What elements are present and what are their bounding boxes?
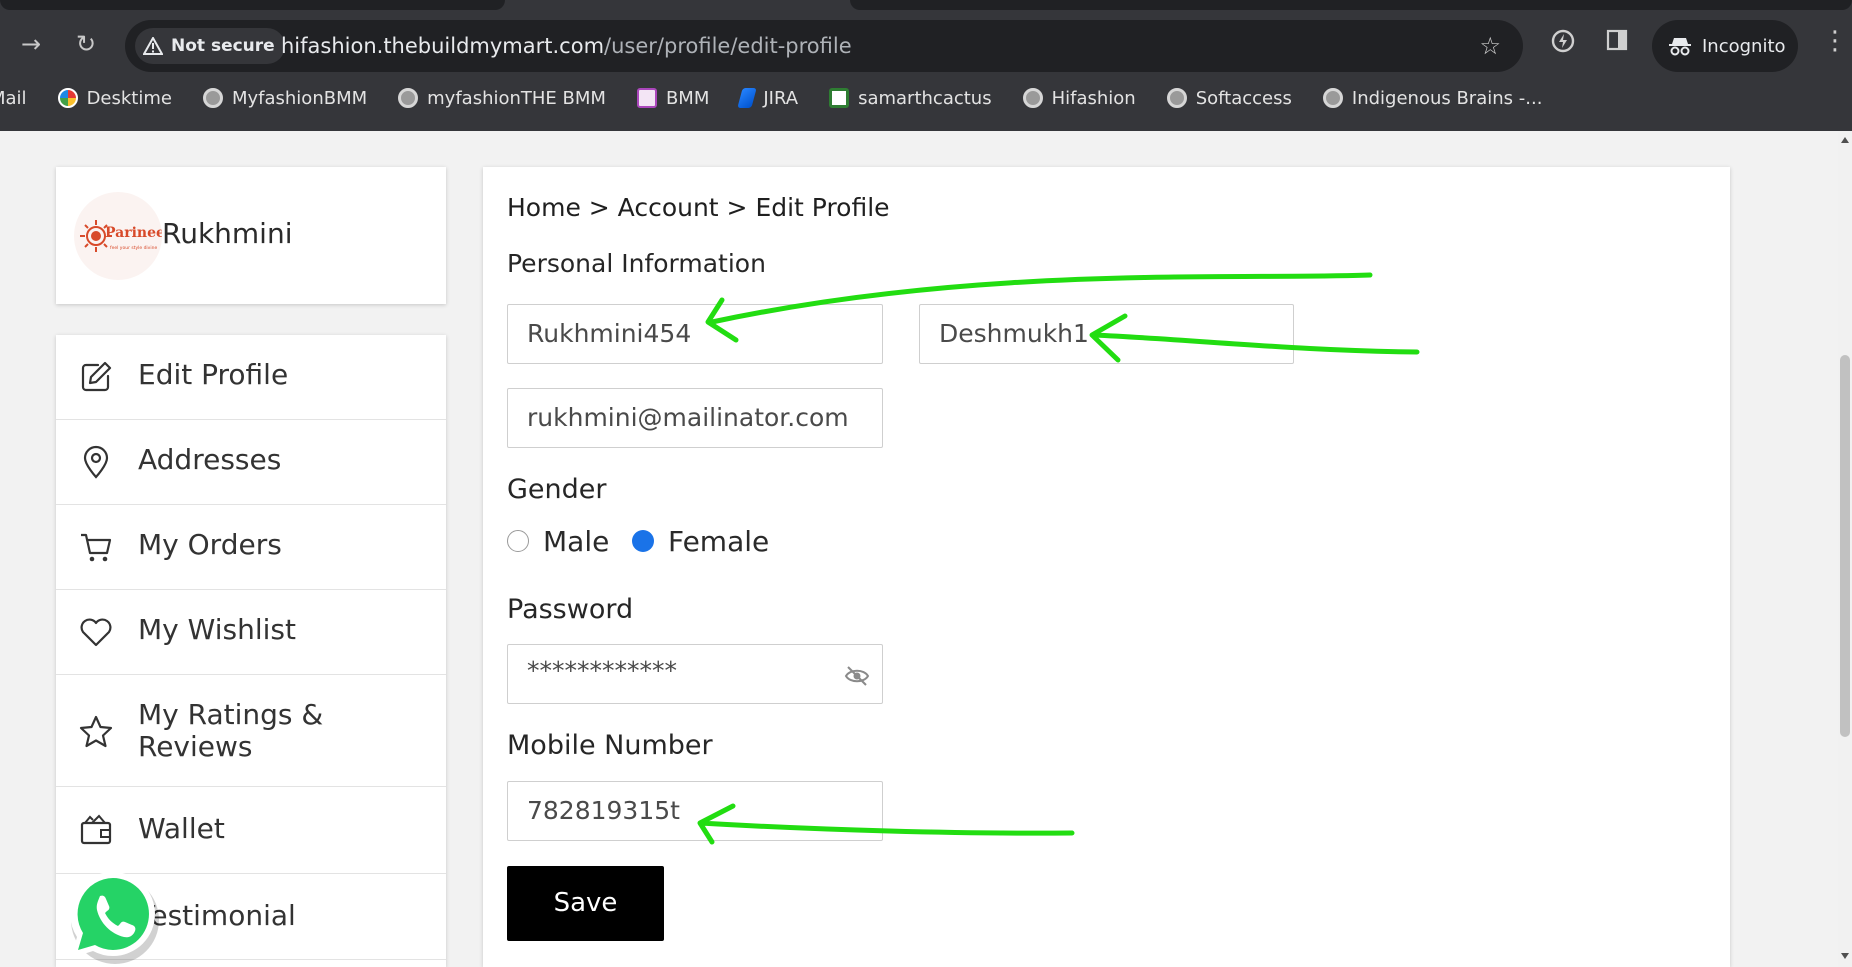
sidebar-item-edit-profile[interactable]: Edit Profile <box>56 335 446 420</box>
sidebar-item-label: Addresses <box>138 443 282 476</box>
address-row: → ↻ Not secure hifashion.thebuildmymart.… <box>0 14 1852 72</box>
bookmark-bmm[interactable]: BMM <box>636 87 710 109</box>
password-value: ************ <box>527 656 677 685</box>
scroll-down-arrow-icon[interactable] <box>1841 953 1849 959</box>
sidebar-item-label: Wallet <box>138 812 225 845</box>
bookmark-label: Indigenous Brains -... <box>1351 87 1543 109</box>
logo-tagline: feel your style divine <box>110 245 157 251</box>
gender-label: Gender <box>507 474 607 505</box>
bookmark-hifashion[interactable]: Hifashion <box>1022 87 1136 109</box>
bookmark-star-icon[interactable]: ☆ <box>1479 32 1501 60</box>
breadcrumb[interactable]: Home > Account > Edit Profile <box>507 193 890 222</box>
sidebar-item-label: My Orders <box>138 528 282 561</box>
password-label: Password <box>507 594 634 625</box>
incognito-label: Incognito <box>1702 35 1786 57</box>
password-field[interactable]: ************ <box>507 644 883 704</box>
url-host: hifashion.thebuildmymart.com <box>281 34 605 58</box>
email-field[interactable]: rukhmini@mailinator.com <box>507 388 883 448</box>
page-scrollbar[interactable] <box>1838 131 1852 967</box>
whatsapp-icon[interactable] <box>63 866 167 967</box>
logo-text: Parineeti <box>105 225 162 241</box>
bookmark-label: Softaccess <box>1195 87 1292 109</box>
gender-male-radio[interactable] <box>507 530 529 552</box>
reload-icon[interactable]: ↻ <box>68 26 104 62</box>
cactus-icon <box>829 88 850 108</box>
bookmark-samarthcactus[interactable]: samarthcactus <box>829 88 992 109</box>
globe-icon <box>1322 88 1343 108</box>
bookmark-myfashion-the-bmm[interactable]: myfashionTHE BMM <box>398 88 606 109</box>
bookmark-mail[interactable]: Mail <box>0 88 27 109</box>
bookmark-label: Hifashion <box>1051 87 1136 109</box>
bookmark-desktime[interactable]: Desktime <box>57 87 172 109</box>
gender-male-label[interactable]: Male <box>543 525 609 558</box>
first-name-field[interactable]: Rukhmini454 <box>507 304 883 364</box>
sidebar-item-label: Edit Profile <box>138 358 289 391</box>
bookmark-label: myfashionTHE BMM <box>427 87 606 109</box>
gender-female-radio[interactable] <box>632 530 654 552</box>
url-path: /user/profile/edit-profile <box>604 34 852 58</box>
tab-edge <box>850 0 1852 10</box>
globe-icon <box>398 88 419 108</box>
jira-icon <box>737 88 758 108</box>
profile-name: Rukhmini <box>162 217 293 250</box>
mobile-label: Mobile Number <box>507 730 713 761</box>
bookmark-label: JIRA <box>763 87 799 109</box>
browser-menu-icon[interactable]: ⋮ <box>1822 26 1848 56</box>
scroll-up-arrow-icon[interactable] <box>1841 137 1849 143</box>
bookmark-label: samarthcactus <box>858 87 992 109</box>
bookmark-label: Desktime <box>86 87 172 109</box>
scrollbar-thumb[interactable] <box>1840 355 1850 737</box>
url-text[interactable]: hifashion.thebuildmymart.com/user/profil… <box>281 34 852 58</box>
profile-card: Parineeti feel your style divine Rukhmin… <box>56 167 446 304</box>
sidebar-item-my-orders[interactable]: My Orders <box>56 505 446 590</box>
bookmark-indigenous-brains[interactable]: Indigenous Brains -... <box>1322 87 1543 109</box>
incognito-icon <box>1669 38 1691 56</box>
save-button[interactable]: Save <box>507 866 664 941</box>
sidebar-item-addresses[interactable]: Addresses <box>56 420 446 505</box>
sidebar-item-ratings-reviews[interactable]: My Ratings & Reviews <box>56 675 446 787</box>
eye-slash-icon[interactable] <box>844 665 870 687</box>
browser-chrome: → ↻ Not secure hifashion.thebuildmymart.… <box>0 0 1852 131</box>
bookmark-label: Mail <box>0 87 27 109</box>
cart-icon <box>81 533 112 562</box>
warning-icon <box>143 37 163 55</box>
sidebar-item-wallet[interactable]: Wallet <box>56 787 446 874</box>
omnibox[interactable]: Not secure hifashion.thebuildmymart.com/… <box>125 20 1523 72</box>
globe-icon <box>202 88 223 108</box>
bookmark-softaccess[interactable]: Softaccess <box>1166 87 1292 109</box>
section-title: Personal Information <box>507 249 766 278</box>
location-pin-icon <box>83 445 109 479</box>
bookmark-jira[interactable]: JIRA <box>737 87 799 109</box>
gender-female-label[interactable]: Female <box>668 525 769 558</box>
bookmark-label: MyfashionBMM <box>231 87 368 109</box>
last-name-field[interactable]: Deshmukh1 <box>919 304 1294 364</box>
edit-profile-panel: Home > Account > Edit Profile Personal I… <box>483 167 1730 967</box>
bookmark-label: BMM <box>665 87 710 109</box>
performance-icon[interactable] <box>1546 28 1580 62</box>
globe-icon <box>1166 88 1187 108</box>
heart-icon <box>80 618 112 647</box>
wallet-icon <box>80 814 112 845</box>
desktime-icon <box>57 88 78 108</box>
bookmark-myfashionbmm[interactable]: MyfashionBMM <box>202 87 368 109</box>
edit-icon <box>81 361 112 392</box>
bmm-icon <box>636 88 657 108</box>
forward-icon[interactable]: → <box>13 26 49 62</box>
sidebar-item-label: My Ratings & Reviews <box>138 698 324 763</box>
tab-edge <box>0 0 505 10</box>
bookmarks-bar: Mail Desktime MyfashionBMM myfashionTHE … <box>0 80 1852 116</box>
star-icon <box>79 715 113 748</box>
security-chip[interactable]: Not secure <box>135 28 285 64</box>
sidebar-item-my-wishlist[interactable]: My Wishlist <box>56 590 446 675</box>
side-panel-icon[interactable] <box>1600 28 1634 62</box>
incognito-chip[interactable]: Incognito <box>1652 20 1798 72</box>
mobile-number-field[interactable]: 782819315t <box>507 781 883 841</box>
security-label: Not secure <box>171 36 275 56</box>
globe-icon <box>1022 88 1043 108</box>
sidebar-item-label: My Wishlist <box>138 613 296 646</box>
brand-logo: Parineeti feel your style divine <box>74 192 162 280</box>
